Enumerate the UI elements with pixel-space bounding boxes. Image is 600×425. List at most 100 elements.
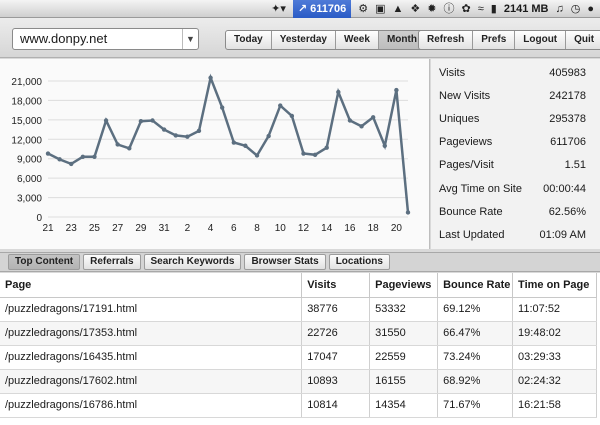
cell-page: /puzzledragons/17602.html bbox=[0, 369, 303, 394]
drive-icon[interactable]: ▲ bbox=[393, 0, 404, 18]
data-point bbox=[57, 157, 62, 162]
info-icon[interactable]: ⓘ bbox=[444, 0, 455, 18]
table-row[interactable]: /puzzledragons/16786.html 10814 14354 71… bbox=[0, 393, 597, 418]
stat-bounce-rate: Bounce Rate 62.56% bbox=[431, 200, 600, 223]
data-point bbox=[138, 118, 144, 124]
volume-icon[interactable]: ♫ bbox=[555, 0, 563, 18]
x-axis: 21 23 25 27 29 31 2 4 6 8 10 12 14 16 18 20 bbox=[42, 223, 402, 234]
dropbox-icon[interactable]: ❖ bbox=[410, 0, 420, 18]
data-point bbox=[370, 115, 376, 120]
chart-grid bbox=[48, 80, 408, 218]
x-tick-label: 2 bbox=[185, 223, 191, 234]
x-tick-label: 25 bbox=[89, 223, 101, 234]
y-tick-label: 15,000 bbox=[11, 116, 42, 127]
battery-icon[interactable]: ▮ bbox=[491, 0, 497, 18]
x-tick-label: 29 bbox=[135, 223, 147, 234]
data-point bbox=[266, 133, 271, 139]
tab-browser-stats[interactable]: Browser Stats bbox=[244, 254, 326, 270]
column-header-page[interactable]: Page bbox=[0, 273, 303, 298]
range-yesterday-button[interactable]: Yesterday bbox=[272, 31, 336, 49]
paw-icon[interactable]: ✿ bbox=[462, 0, 471, 18]
column-header-time-on-page[interactable]: Time on Page bbox=[512, 273, 597, 298]
cell-pageviews: 22559 bbox=[369, 345, 439, 370]
cell-pageviews: 53332 bbox=[369, 297, 439, 322]
logout-button[interactable]: Logout bbox=[515, 31, 567, 49]
table-row[interactable]: /puzzledragons/17602.html 10893 16155 68… bbox=[0, 369, 597, 394]
data-point bbox=[150, 118, 155, 123]
table-header-row: Page Visits Pageviews Bounce Rate Time o… bbox=[0, 273, 597, 298]
refresh-button[interactable]: Refresh bbox=[419, 31, 474, 49]
tab-top-content[interactable]: Top Content bbox=[8, 254, 81, 270]
stat-new-visits: New Visits 242178 bbox=[431, 84, 600, 107]
chevron-down-icon[interactable]: ▼ bbox=[182, 29, 198, 49]
data-point bbox=[80, 154, 86, 159]
gear-icon[interactable]: ⚙ bbox=[358, 0, 368, 18]
column-header-bounce-rate[interactable]: Bounce Rate bbox=[437, 273, 514, 298]
data-point bbox=[394, 87, 399, 93]
y-tick-label: 9,000 bbox=[17, 155, 42, 166]
visits-line-chart: 21,00018,00015,00012,0009,0006,0003,0000… bbox=[11, 73, 411, 234]
graph-icon: ↗ bbox=[297, 3, 308, 15]
stat-last-updated: Last Updated 01:09 AM bbox=[431, 223, 600, 246]
data-point bbox=[219, 105, 225, 110]
data-point bbox=[45, 151, 51, 156]
column-header-pageviews[interactable]: Pageviews bbox=[369, 273, 439, 298]
cell-visits: 38776 bbox=[301, 297, 371, 322]
range-week-button[interactable]: Week bbox=[336, 31, 379, 49]
x-tick-label: 12 bbox=[298, 223, 310, 234]
x-tick-label: 4 bbox=[208, 223, 214, 234]
y-tick-label: 12,000 bbox=[11, 135, 42, 146]
memory-readout[interactable]: 2141 MB bbox=[504, 3, 549, 15]
cell-page: /puzzledragons/16786.html bbox=[0, 393, 303, 418]
table-row[interactable]: /puzzledragons/17353.html 22726 31550 66… bbox=[0, 321, 597, 346]
y-tick-label: 21,000 bbox=[11, 77, 42, 88]
wifi-icon[interactable]: ≈ bbox=[478, 0, 484, 18]
data-point bbox=[278, 103, 283, 108]
cell-visits: 22726 bbox=[301, 321, 371, 346]
data-point bbox=[127, 146, 132, 151]
cell-bounce-rate: 68.92% bbox=[437, 369, 514, 394]
settings-icon[interactable]: ✹ bbox=[427, 0, 436, 18]
tab-locations[interactable]: Locations bbox=[328, 254, 390, 270]
cell-time-on-page: 03:29:33 bbox=[512, 345, 597, 370]
content-tabs: Top Content Referrals Search Keywords Br… bbox=[0, 252, 600, 272]
range-today-button[interactable]: Today bbox=[226, 31, 272, 49]
time-machine-icon[interactable]: ◷ bbox=[571, 0, 581, 18]
cell-page: /puzzledragons/17353.html bbox=[0, 321, 303, 346]
data-point bbox=[231, 140, 237, 145]
x-tick-label: 27 bbox=[112, 223, 124, 234]
stat-value: 295378 bbox=[549, 112, 586, 125]
cell-bounce-rate: 73.24% bbox=[437, 345, 514, 370]
stat-pages-per-visit: Pages/Visit 1.51 bbox=[431, 154, 600, 177]
tab-referrals[interactable]: Referrals bbox=[83, 254, 141, 270]
data-point bbox=[359, 124, 364, 129]
x-tick-label: 18 bbox=[368, 223, 380, 234]
cell-pageviews: 31550 bbox=[369, 321, 439, 346]
cell-page: /puzzledragons/16435.html bbox=[0, 345, 303, 370]
stat-value: 611706 bbox=[550, 136, 586, 149]
cell-bounce-rate: 71.67% bbox=[437, 393, 514, 418]
prefs-button[interactable]: Prefs bbox=[473, 31, 516, 49]
monitor-icon[interactable]: ▣ bbox=[375, 0, 385, 18]
user-icon[interactable]: ● bbox=[587, 0, 594, 18]
table-row[interactable]: /puzzledragons/17191.html 38776 53332 69… bbox=[0, 297, 597, 322]
x-tick-label: 16 bbox=[344, 223, 356, 234]
y-tick-label: 18,000 bbox=[11, 96, 42, 107]
data-point bbox=[92, 154, 97, 159]
menu-bar: ✦▾ ↗ 611706 ⚙ ▣ ▲ ❖ ✹ ⓘ ✿ ≈ ▮ 2141 MB ♫ … bbox=[0, 0, 600, 18]
bird-icon[interactable]: ✦▾ bbox=[271, 0, 286, 18]
x-tick-label: 23 bbox=[66, 223, 78, 234]
cell-time-on-page: 02:24:32 bbox=[512, 369, 597, 394]
analytics-menu-item[interactable]: ↗ 611706 bbox=[292, 0, 352, 18]
data-point bbox=[382, 143, 387, 148]
quit-button[interactable]: Quit bbox=[566, 31, 600, 49]
data-point bbox=[405, 210, 411, 215]
analytics-menu-label: 611706 bbox=[310, 2, 347, 15]
table-row[interactable]: /puzzledragons/16435.html 17047 22559 73… bbox=[0, 345, 597, 370]
column-header-visits[interactable]: Visits bbox=[301, 273, 371, 298]
cell-visits: 10814 bbox=[301, 393, 371, 418]
tab-search-keywords[interactable]: Search Keywords bbox=[143, 254, 242, 270]
data-point bbox=[347, 118, 353, 123]
site-select[interactable]: www.donpy.net ▼ bbox=[12, 28, 199, 50]
stat-uniques: Uniques 295378 bbox=[431, 107, 600, 130]
